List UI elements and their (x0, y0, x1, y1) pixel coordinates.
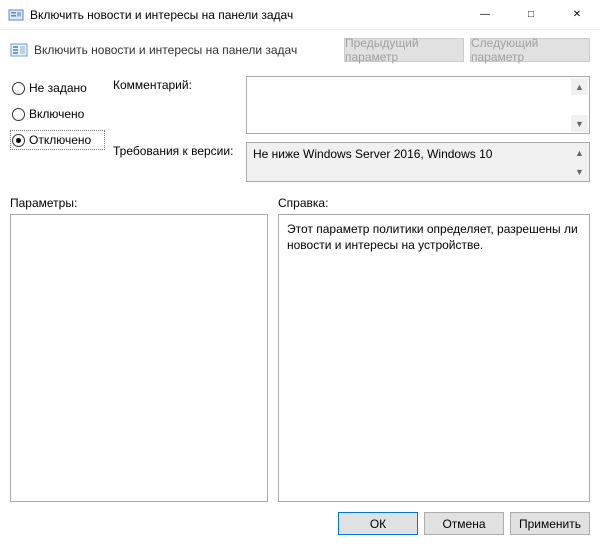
apply-button[interactable]: Применить (510, 512, 590, 535)
close-button[interactable]: ✕ (554, 0, 600, 30)
version-field: Не ниже Windows Server 2016, Windows 10 … (246, 142, 590, 182)
radio-icon (12, 134, 25, 147)
next-setting-button[interactable]: Следующий параметр (470, 38, 590, 62)
ok-button[interactable]: ОК (338, 512, 418, 535)
lower-area: Этот параметр политики определяет, разре… (0, 214, 600, 502)
section-labels: Параметры: Справка: (0, 182, 600, 214)
help-panel: Этот параметр политики определяет, разре… (278, 214, 590, 502)
radio-not-configured[interactable]: Не задано (10, 78, 105, 98)
app-icon (8, 7, 24, 23)
radio-icon (12, 108, 25, 121)
scroll-up-icon[interactable]: ▲ (571, 144, 588, 161)
radio-disabled[interactable]: Отключено (10, 130, 105, 150)
titlebar: Включить новости и интересы на панели за… (0, 0, 600, 30)
scroll-up-icon[interactable]: ▲ (571, 78, 588, 95)
window-title: Включить новости и интересы на панели за… (30, 8, 462, 22)
help-text: Этот параметр политики определяет, разре… (287, 221, 581, 253)
policy-title: Включить новости и интересы на панели за… (34, 43, 338, 57)
version-value: Не ниже Windows Server 2016, Windows 10 (253, 147, 492, 161)
comment-label: Комментарий: (113, 78, 238, 106)
scroll-down-icon[interactable]: ▼ (571, 163, 588, 180)
fields-column: ▲ ▼ Не ниже Windows Server 2016, Windows… (246, 74, 590, 182)
policy-icon (10, 41, 28, 59)
maximize-button[interactable]: □ (508, 0, 554, 30)
radio-label: Отключено (29, 133, 91, 147)
options-label: Параметры: (10, 196, 278, 210)
window-controls: — □ ✕ (462, 0, 600, 30)
version-label: Требования к версии: (113, 144, 238, 172)
radio-label: Включено (29, 107, 84, 121)
scroll-down-icon[interactable]: ▼ (571, 115, 588, 132)
comment-field[interactable]: ▲ ▼ (246, 76, 590, 134)
options-panel (10, 214, 268, 502)
footer: ОК Отмена Применить (0, 502, 600, 545)
radio-icon (12, 82, 25, 95)
header-row: Включить новости и интересы на панели за… (0, 30, 600, 70)
cancel-button[interactable]: Отмена (424, 512, 504, 535)
state-column: Не задано Включено Отключено (10, 74, 105, 182)
help-label: Справка: (278, 196, 328, 210)
radio-enabled[interactable]: Включено (10, 104, 105, 124)
labels-column: Комментарий: Требования к версии: (113, 74, 238, 182)
previous-setting-button[interactable]: Предыдущий параметр (344, 38, 464, 62)
minimize-button[interactable]: — (462, 0, 508, 30)
upper-area: Не задано Включено Отключено Комментарий… (0, 70, 600, 182)
radio-label: Не задано (29, 81, 87, 95)
